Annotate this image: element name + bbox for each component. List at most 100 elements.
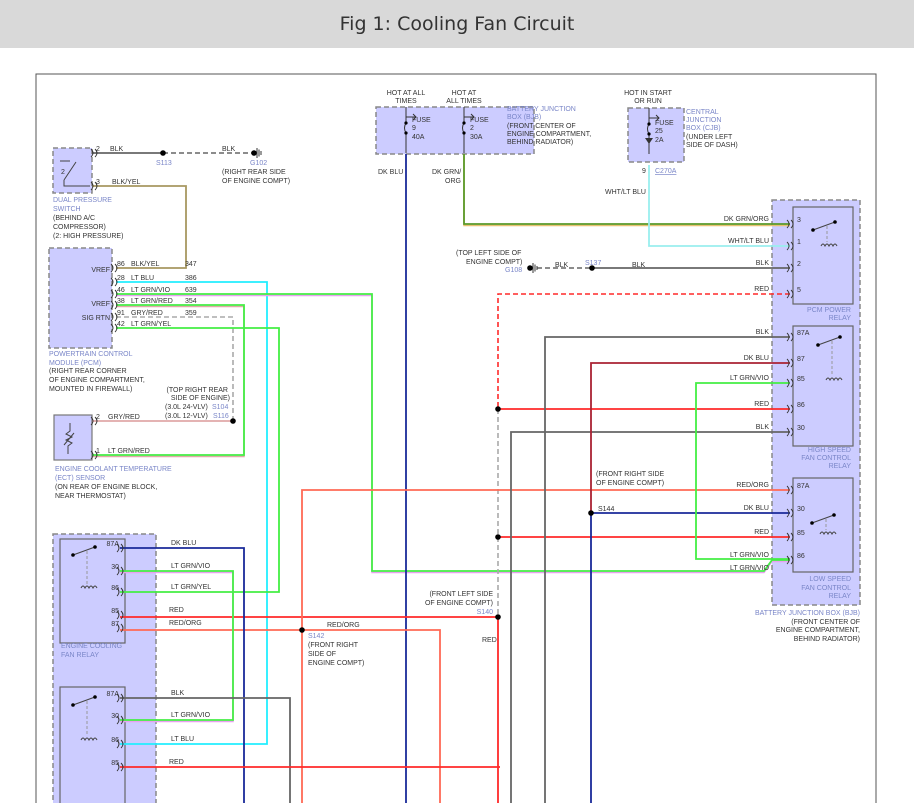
bjb-fuses-name-1-label: BOX (BJB) bbox=[507, 114, 541, 121]
bjb-relays-pcm-power-relay-pins-3-pin-label: 5 bbox=[797, 287, 801, 294]
bjb-relays-low-speed-relay-pins-0-pin-label: 87A bbox=[797, 483, 810, 490]
bjb-relays-pcm-power-relay-pins-2-wire-label: BLK bbox=[756, 260, 770, 267]
pcm-pins-5-wire-label: LT GRN/YEL bbox=[131, 321, 171, 328]
splice-s144-id-label: S144 bbox=[598, 506, 614, 513]
splice-s140 bbox=[495, 614, 501, 620]
pcm-pins-3-pin-label: 38 bbox=[117, 298, 125, 305]
bjb-fuses-fuses-1-label-label: FUSE bbox=[470, 117, 489, 124]
bjb-fuses-fuses-1-wire-0-label: DK GRN/ bbox=[432, 169, 461, 176]
cjb-feed-1-label: OR RUN bbox=[634, 98, 662, 105]
pcm-pins-1-circuit-label: 386 bbox=[185, 275, 197, 282]
splice-s142-wire-label: RED/ORG bbox=[327, 622, 360, 629]
splice-s104-location-0-label: (TOP RIGHT REAR bbox=[167, 387, 228, 394]
ground-g102-splice-label: S113 bbox=[156, 160, 172, 167]
ground-g108-wires-1-label: BLK bbox=[632, 262, 646, 269]
engine-cooling-fan-relay-pins-1-wire-label: LT GRN/VIO bbox=[171, 563, 211, 570]
bjb-relays-high-speed-relay-pins-1-wire-label: DK BLU bbox=[744, 355, 769, 362]
ground-g102-location-0-label: (RIGHT REAR SIDE bbox=[222, 169, 286, 176]
lower-relay-pins-2-wire-label: LT BLU bbox=[171, 736, 194, 743]
cooling-fan-wiring-diagram: 2 BLK 3 BLK/YEL 2 DUAL PRESSURE SWITCH (BEHIND … bbox=[35, 73, 877, 803]
splice-s113 bbox=[160, 150, 166, 156]
bjb-relays-high-speed-relay-pins-3-pin-label: 86 bbox=[797, 402, 805, 409]
engine-cooling-fan-relay-pins-2-pin-label: 86 bbox=[111, 585, 119, 592]
bjb-relays-low-speed-relay-name-1-label: FAN CONTROL bbox=[801, 585, 851, 592]
cjb-location-0-label: (UNDER LEFT bbox=[686, 134, 733, 141]
dual-pressure-switch-name-1-label: SWITCH bbox=[53, 206, 81, 213]
splice-s104-variants-0-engine-label: (3.0L 24-VLV) bbox=[165, 404, 208, 411]
bjb-relays-low-speed-relay-pins-2-wire-label: RED bbox=[754, 529, 769, 536]
engine-cooling-fan-relay-pins-2-wire-label: LT GRN/YEL bbox=[171, 584, 211, 591]
lower-relay-pins-0-pin-label: 87A bbox=[107, 691, 120, 698]
cjb-fuse-label-label: FUSE bbox=[655, 120, 674, 127]
pcm-pins-3-wire-label: LT GRN/RED bbox=[131, 298, 173, 305]
pcm-pins-4-wire-label: GRY/RED bbox=[131, 310, 163, 317]
bjb-relays-high-speed-relay-pins-4-pin-label: 30 bbox=[797, 425, 805, 432]
cjb-location-1-label: SIDE OF DASH) bbox=[686, 142, 738, 149]
lower-relay-pins-1-wire-label: LT GRN/VIO bbox=[171, 712, 211, 719]
ect-sensor bbox=[53, 414, 93, 461]
dual-pressure-switch-pins-0-pin-label: 2 bbox=[96, 146, 100, 153]
ground-g108-id-label: G108 bbox=[505, 267, 522, 274]
pcm-name-0-label: POWERTRAIN CONTROL bbox=[49, 351, 133, 358]
lower-relay-pins-1-pin-label: 30 bbox=[111, 713, 119, 720]
pcm-pins-0-circuit-label: 347 bbox=[185, 261, 197, 268]
bjb-fuses-name-0-label: BATTERY JUNCTION bbox=[507, 106, 576, 113]
pcm-pins-3-circuit-label: 354 bbox=[185, 298, 197, 305]
splice-dot bbox=[495, 534, 501, 540]
bjb-fuses-feeds-0-0-label: HOT AT ALL bbox=[387, 90, 426, 97]
dual-pressure-switch-pins-1-wire-label: BLK/YEL bbox=[112, 179, 141, 186]
engine-cooling-fan-relay-name-0-label: ENGINE COOLING bbox=[61, 643, 122, 650]
bjb-relays-high-speed-relay-pins-4-wire-label: BLK bbox=[756, 424, 770, 431]
engine-cooling-fan-relay-name-1-label: FAN RELAY bbox=[61, 652, 99, 659]
ect-sensor-location-1-label: NEAR THERMOSTAT) bbox=[55, 493, 126, 500]
bjb-fuses-fuses-0-number-label: 9 bbox=[412, 125, 416, 132]
dual-pressure-switch-internal-label-label: 2 bbox=[61, 169, 65, 176]
lower-relay-pins-2-pin-label: 86 bbox=[111, 737, 119, 744]
bjb-relays-pcm-power-relay-pins-1-pin-label: 1 bbox=[797, 239, 801, 246]
splice-s104-variants-1-engine-label: (3.0L 12-VLV) bbox=[165, 413, 208, 420]
bjb-fuses-location-1-label: ENGINE COMPARTMENT, bbox=[507, 131, 591, 138]
engine-cooling-fan-relay-pins-4-wire-label: RED/ORG bbox=[169, 620, 202, 627]
ground-g108-splice-label: S137 bbox=[585, 260, 601, 267]
lower-relay-pins-0-wire-label: BLK bbox=[171, 690, 185, 697]
bjb-relays-high-speed-relay-pins-0-wire-label: BLK bbox=[756, 329, 770, 336]
ect-sensor-name-0-label: ENGINE COOLANT TEMPERATURE bbox=[55, 466, 172, 473]
bjb-fuses-fuses-0-label-label: FUSE bbox=[412, 117, 431, 124]
ground-g102-id-label: G102 bbox=[250, 160, 267, 167]
splice-s142-location-0-label: (FRONT RIGHT bbox=[308, 642, 359, 649]
ect-sensor-location-0-label: (ON REAR OF ENGINE BLOCK, bbox=[55, 484, 157, 491]
cjb-wire-label: WHT/LT BLU bbox=[605, 189, 646, 196]
bjb-relays-pcm-power-relay-pins-2-pin-label: 2 bbox=[797, 261, 801, 268]
engine-cooling-fan-relay-pins-3-wire-label: RED bbox=[169, 607, 184, 614]
engine-cooling-fan-relay-box bbox=[52, 533, 157, 803]
bjb-fuses-fuses-1-number-label: 2 bbox=[470, 125, 474, 132]
bjb-fuses-fuses-0-rating-label: 40A bbox=[412, 134, 425, 141]
ground-g108-wires-0-label: BLK bbox=[555, 262, 569, 269]
engine-cooling-fan-relay-pins-1-pin-label: 30 bbox=[111, 564, 119, 571]
bjb-relays-name-label: BATTERY JUNCTION BOX (BJB) bbox=[755, 610, 860, 617]
pcm-terminals-2-label: SIG RTN bbox=[82, 315, 110, 322]
splice-s116 bbox=[230, 418, 236, 424]
pcm-pins-4-pin-label: 91 bbox=[117, 310, 125, 317]
lower-relay-pins-3-wire-label: RED bbox=[169, 759, 184, 766]
dual-pressure-switch-location-0-label: (BEHIND A/C bbox=[53, 215, 95, 222]
bjb-relays-high-speed-relay-pins-2-wire-label: LT GRN/VIO bbox=[730, 375, 770, 382]
bjb-relays-pcm-power-relay-pins-0-pin-label: 3 bbox=[797, 217, 801, 224]
bjb-relays-low-speed-relay-pins-0-wire-label: RED/ORG bbox=[736, 482, 769, 489]
ect-sensor-pins-1-wire-label: LT GRN/RED bbox=[108, 448, 150, 455]
pcm-pins-2-pin-label: 46 bbox=[117, 287, 125, 294]
bjb-relays-high-speed-relay-name-0-label: HIGH SPEED bbox=[808, 447, 851, 454]
cjb-fuse-number-label: 25 bbox=[655, 128, 663, 135]
splice-s140-location-0-label: (FRONT LEFT SIDE bbox=[429, 591, 493, 598]
dual-pressure-switch-location-2-label: (2: HIGH PRESSURE) bbox=[53, 233, 123, 240]
bjb-fuses-feeds-1-0-label: HOT AT bbox=[452, 90, 477, 97]
splice-s104-variants-1-id-label: S116 bbox=[213, 413, 229, 420]
engine-cooling-fan-relay-pins-0-pin-label: 87A bbox=[107, 541, 120, 548]
pcm-name-1-label: MODULE (PCM) bbox=[49, 360, 101, 367]
bjb-relays-high-speed-relay-pins-2-pin-label: 85 bbox=[797, 376, 805, 383]
splice-s104-location-1-label: SIDE OF ENGINE) bbox=[171, 395, 230, 402]
dual-pressure-switch-location-1-label: COMPRESSOR) bbox=[53, 224, 106, 231]
bjb-relays-low-speed-relay-pins-1-wire-label: DK BLU bbox=[744, 505, 769, 512]
cjb-name-2-label: BOX (CJB) bbox=[686, 125, 721, 132]
ect-sensor-pins-0-pin-label: 2 bbox=[96, 414, 100, 421]
